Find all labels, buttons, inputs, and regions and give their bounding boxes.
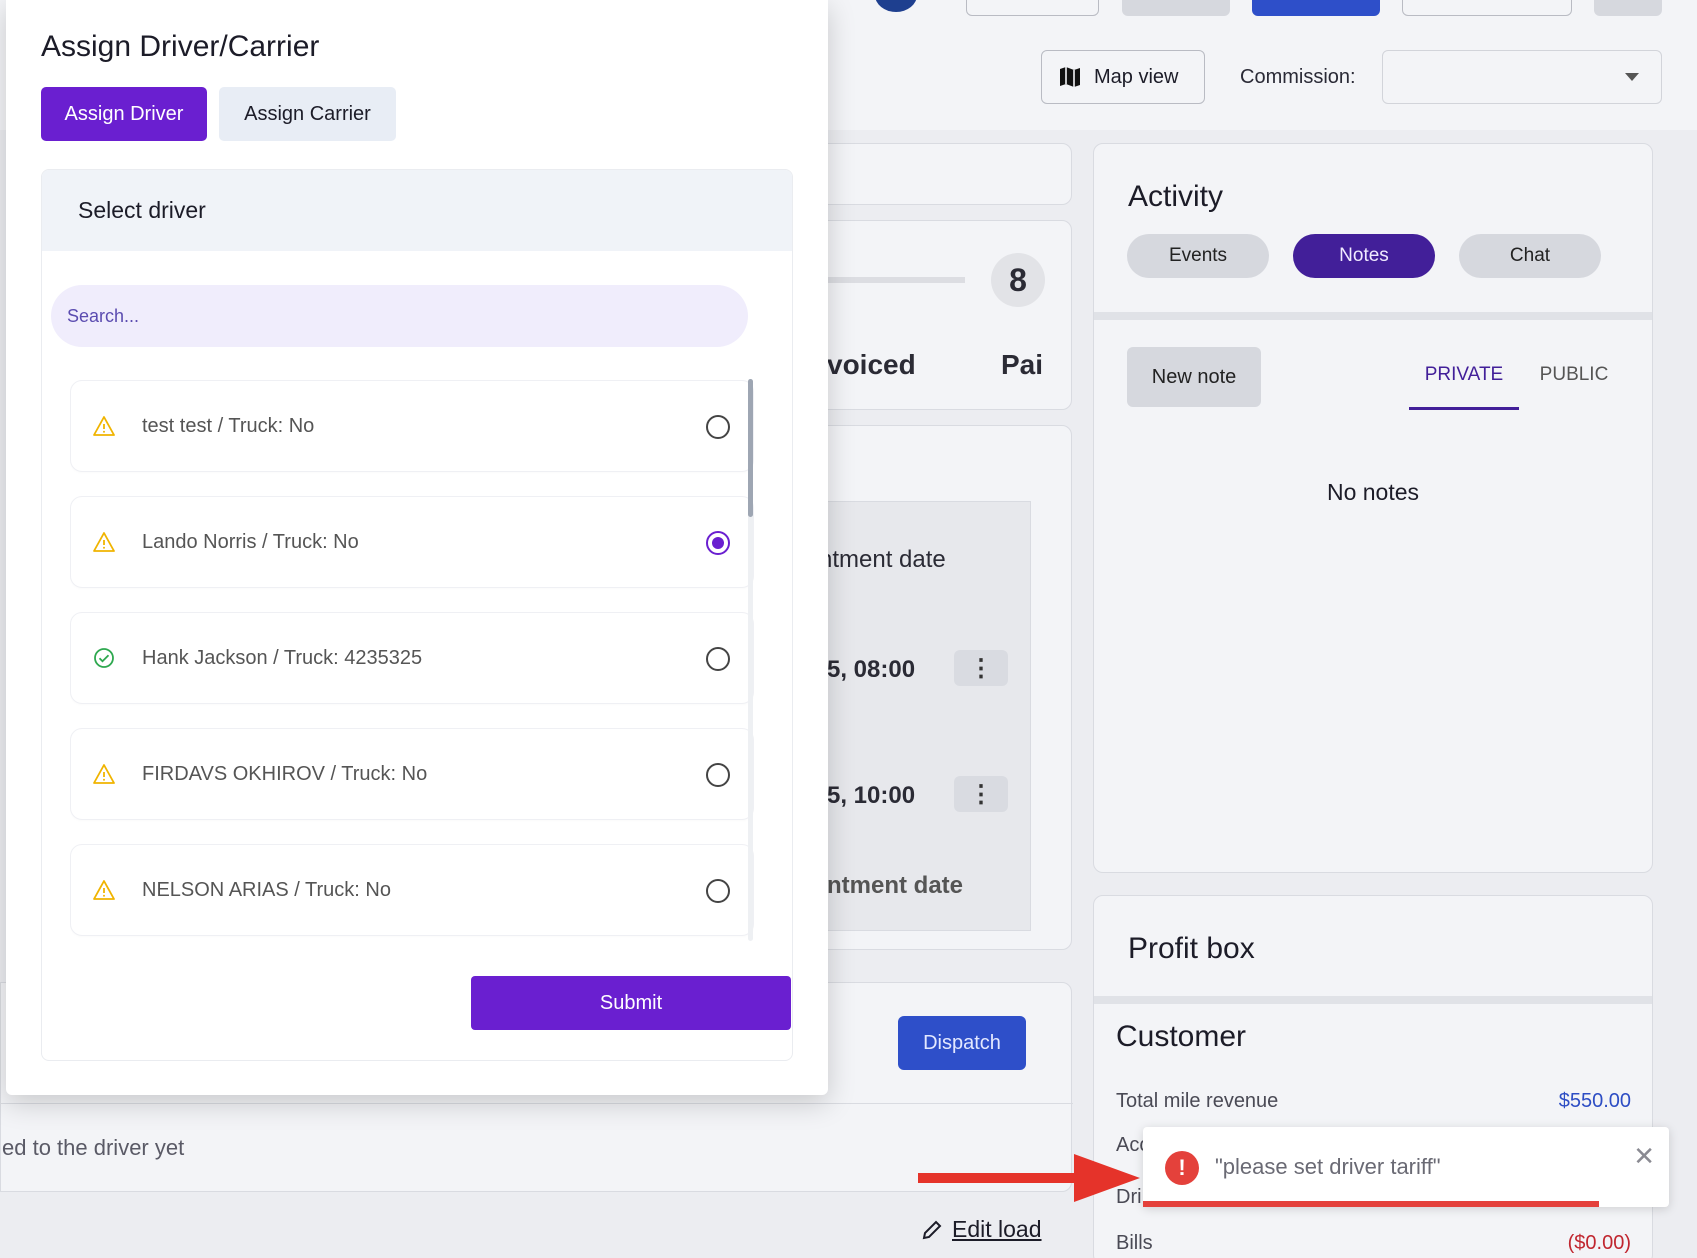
driver-label: test test / Truck: No	[142, 414, 315, 437]
activity-panel: Activity Events Notes Chat New note PRIV…	[1093, 143, 1653, 873]
activity-title: Activity	[1128, 180, 1224, 213]
warning-icon	[93, 880, 115, 900]
driver-list-scrollbar[interactable]	[748, 379, 753, 941]
driver-item[interactable]: Hank Jackson / Truck: 4235325	[70, 612, 754, 704]
driver-assignment-note: ed to the driver yet	[2, 1135, 185, 1160]
toast-message: "please set driver tariff"	[1215, 1154, 1441, 1179]
check-circle-icon	[94, 648, 114, 668]
status-step-label: Pai	[1001, 349, 1044, 380]
select-driver-panel: Select driver test test / Truck: No Land…	[41, 169, 793, 1061]
profit-row-label: Total mile revenue	[1116, 1090, 1279, 1112]
activity-tabs: Events Notes Chat	[1127, 234, 1601, 278]
dispatch-button[interactable]: Dispatch	[898, 1016, 1026, 1070]
driver-item[interactable]: FIRDAVS OKHIROV / Truck: No	[70, 728, 754, 820]
tab-public[interactable]: PUBLIC	[1519, 364, 1629, 410]
toolbar-button[interactable]	[966, 0, 1099, 16]
assign-driver-modal: Assign Driver/Carrier Assign Driver Assi…	[6, 0, 828, 1095]
driver-radio[interactable]	[706, 415, 730, 439]
divider	[1094, 312, 1652, 320]
toolbar-button[interactable]	[1122, 0, 1230, 16]
driver-label: FIRDAVS OKHIROV / Truck: No	[142, 762, 428, 785]
stop-time: 5, 10:00	[827, 782, 916, 809]
scrollbar-thumb[interactable]	[748, 379, 753, 517]
driver-radio-selected[interactable]	[706, 531, 730, 555]
error-icon: !	[1165, 1151, 1199, 1185]
modal-title: Assign Driver/Carrier	[41, 30, 320, 63]
map-icon	[1060, 67, 1080, 87]
edit-load-link[interactable]: Edit load	[922, 1216, 1042, 1243]
status-step-label: voiced	[827, 349, 916, 380]
profit-row-value: $550.00	[1558, 1090, 1631, 1112]
note-privacy-tabs: PRIVATE PUBLIC	[1409, 364, 1629, 410]
panel-title: Select driver	[42, 170, 792, 251]
toolbar-more-button[interactable]	[1594, 0, 1662, 16]
profit-row: Total mile revenue $550.00	[1116, 1090, 1631, 1113]
divider	[1, 1103, 1073, 1104]
driver-list: test test / Truck: No Lando Norris / Tru…	[70, 380, 754, 948]
driver-radio[interactable]	[706, 763, 730, 787]
map-view-label: Map view	[1094, 65, 1179, 88]
driver-radio[interactable]	[706, 647, 730, 671]
empty-notes-text: No notes	[1326, 479, 1420, 505]
close-icon[interactable]: ✕	[1633, 1141, 1655, 1172]
driver-radio[interactable]	[706, 879, 730, 903]
error-toast: ! "please set driver tariff" ✕	[1143, 1127, 1669, 1207]
tab-events[interactable]: Events	[1127, 234, 1269, 278]
toolbar-primary-button[interactable]	[1252, 0, 1380, 16]
divider	[1094, 996, 1652, 1004]
submit-button[interactable]: Submit	[471, 976, 791, 1030]
step-number: 8	[1009, 261, 1027, 298]
driver-item[interactable]: test test / Truck: No	[70, 380, 754, 472]
status-step-8: 8	[991, 253, 1045, 307]
search-input[interactable]	[51, 285, 748, 347]
tab-assign-driver[interactable]: Assign Driver	[41, 87, 207, 141]
driver-item[interactable]: NELSON ARIAS / Truck: No	[70, 844, 754, 936]
pencil-icon	[922, 1220, 942, 1239]
warning-icon	[93, 764, 115, 784]
chevron-down-icon	[1625, 73, 1639, 81]
red-arrow-annotation	[918, 1154, 1140, 1202]
tab-notes[interactable]: Notes	[1293, 234, 1435, 278]
profit-row: Bills ($0.00)	[1116, 1232, 1631, 1255]
stop-menu-button[interactable]: ⋮	[954, 650, 1008, 686]
stop-appointment-label: ntment date	[827, 872, 964, 899]
toolbar-button[interactable]	[1402, 0, 1572, 16]
warning-icon	[93, 416, 115, 436]
commission-label: Commission:	[1240, 66, 1356, 88]
profit-row-value: ($0.00)	[1567, 1232, 1631, 1254]
edit-load-label: Edit load	[952, 1216, 1042, 1242]
driver-label: NELSON ARIAS / Truck: No	[142, 878, 391, 901]
tab-private[interactable]: PRIVATE	[1409, 364, 1519, 410]
avatar[interactable]	[875, 0, 917, 12]
driver-label: Lando Norris / Truck: No	[142, 530, 359, 553]
stop-time: 5, 08:00	[827, 656, 916, 683]
customer-section-title: Customer	[1116, 1020, 1247, 1053]
driver-label: Hank Jackson / Truck: 4235325	[142, 646, 423, 669]
tab-assign-carrier[interactable]: Assign Carrier	[219, 87, 396, 141]
commission-select[interactable]	[1382, 50, 1662, 104]
new-note-button[interactable]: New note	[1127, 347, 1261, 407]
warning-icon	[93, 532, 115, 552]
map-view-button[interactable]: Map view	[1041, 50, 1205, 104]
toast-progress-bar	[1143, 1201, 1599, 1207]
tab-chat[interactable]: Chat	[1459, 234, 1601, 278]
profit-row-label: Bills	[1116, 1232, 1153, 1254]
profit-box-title: Profit box	[1128, 932, 1255, 965]
stop-menu-button[interactable]: ⋮	[954, 776, 1008, 812]
stop-appointment-label: ntment date	[819, 546, 946, 573]
driver-item[interactable]: Lando Norris / Truck: No	[70, 496, 754, 588]
